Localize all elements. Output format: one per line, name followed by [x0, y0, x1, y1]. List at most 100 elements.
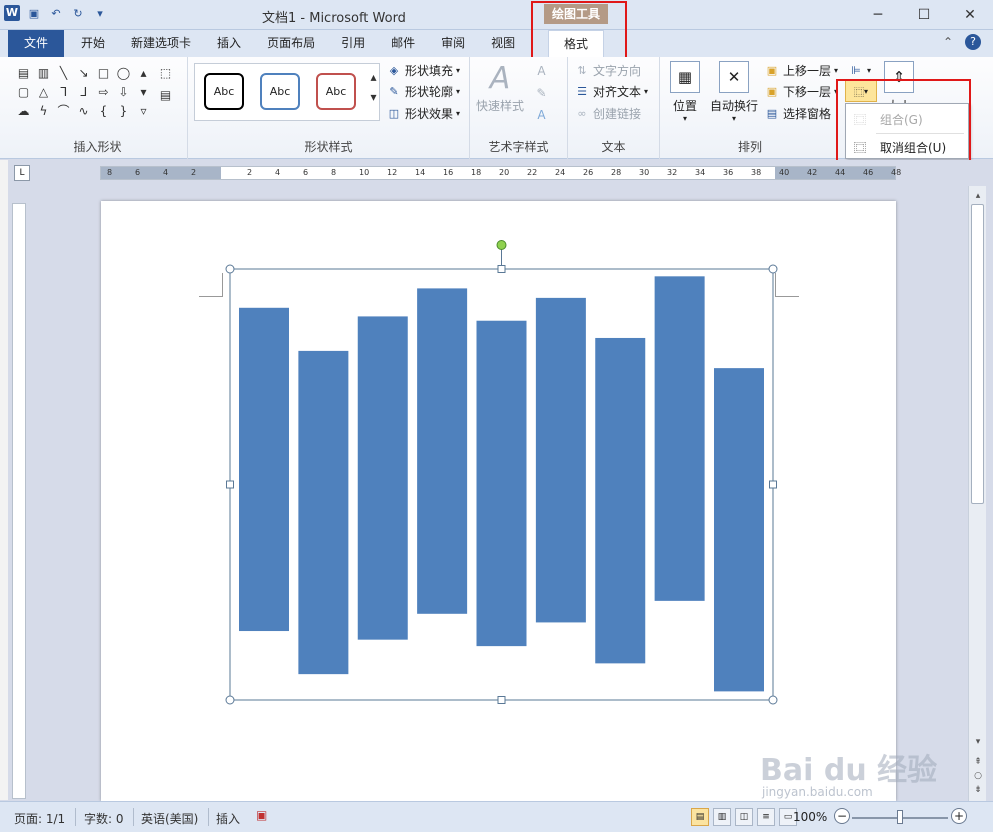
- resize-handle[interactable]: [497, 696, 506, 704]
- position-button[interactable]: ▦ 位置 ▾: [670, 61, 700, 123]
- resize-handle[interactable]: [769, 480, 777, 489]
- shapes-more-icon[interactable]: ▿: [136, 103, 151, 118]
- undo-icon[interactable]: ↶: [48, 5, 64, 21]
- web-layout-icon[interactable]: ◫: [735, 808, 753, 826]
- shape-style-swatch[interactable]: Abc: [204, 73, 244, 110]
- create-link-button[interactable]: ∞ 创建链接: [574, 105, 641, 122]
- elbow-arrow-icon[interactable]: ᒧ: [76, 84, 91, 99]
- down-arrow-shape-icon[interactable]: ⇩: [116, 84, 131, 99]
- align-text-button[interactable]: ☰ 对齐文本 ▾: [574, 83, 648, 100]
- print-layout-view-icon[interactable]: ▤: [691, 808, 709, 826]
- page-count[interactable]: 页面: 1/1: [14, 810, 65, 827]
- shape-style-swatch[interactable]: Abc: [260, 73, 300, 110]
- minimize-ribbon-icon[interactable]: ⌃: [943, 35, 953, 49]
- bar-shape[interactable]: [417, 288, 468, 614]
- resize-handle[interactable]: [225, 264, 235, 274]
- bar-shape[interactable]: [535, 297, 586, 623]
- bar-shape[interactable]: [357, 316, 408, 640]
- zoom-slider-thumb[interactable]: [897, 810, 903, 824]
- outline-view-icon[interactable]: ≡: [757, 808, 775, 826]
- bar-shape[interactable]: [595, 337, 646, 664]
- document-page[interactable]: [101, 201, 896, 801]
- send-backward-button[interactable]: ▣ 下移一层 ▾: [764, 83, 838, 100]
- help-icon[interactable]: ?: [965, 34, 981, 50]
- elbow-connector-icon[interactable]: ᒣ: [56, 84, 71, 99]
- tab-format[interactable]: 格式: [548, 30, 604, 57]
- text-direction-button[interactable]: ⇅ 文字方向: [574, 62, 641, 79]
- rotation-handle[interactable]: [496, 240, 507, 250]
- right-brace-shape-icon[interactable]: }: [116, 103, 131, 118]
- cloud-shape-icon[interactable]: ☁: [16, 103, 31, 118]
- gallery-scroll-up-icon[interactable]: ▴: [366, 69, 381, 84]
- vertical-scrollbar[interactable]: ▴ ▾ ⇞ ○ ⇟: [968, 186, 986, 801]
- insert-mode[interactable]: 插入: [216, 810, 240, 827]
- word-logo-icon[interactable]: W: [4, 5, 20, 21]
- text-outline-icon[interactable]: ✎: [534, 85, 549, 100]
- bar-shape[interactable]: [714, 368, 764, 692]
- zoom-level[interactable]: 100%: [793, 810, 827, 824]
- minimize-button[interactable]: ─: [855, 0, 901, 30]
- left-brace-shape-icon[interactable]: {: [96, 103, 111, 118]
- oval-shape-icon[interactable]: ◯: [116, 65, 131, 80]
- line-shape-icon[interactable]: ╲: [56, 65, 71, 80]
- lightning-shape-icon[interactable]: ϟ: [36, 103, 51, 118]
- shape-effects-button[interactable]: ◫ 形状效果 ▾: [386, 105, 460, 122]
- tab-selector[interactable]: L: [14, 165, 30, 181]
- vertical-textbox-shape-icon[interactable]: ▥: [36, 65, 51, 80]
- next-page-icon[interactable]: ⇟: [972, 784, 984, 796]
- shapes-scroll-down-icon[interactable]: ▾: [136, 84, 151, 99]
- rectangle-shape-icon[interactable]: □: [96, 65, 111, 80]
- bar-shape[interactable]: [654, 276, 705, 601]
- scroll-up-icon[interactable]: ▴: [972, 190, 984, 202]
- draw-textbox-icon[interactable]: ▤: [158, 87, 173, 102]
- save-icon[interactable]: ▣: [26, 5, 42, 21]
- bar-shape[interactable]: [298, 350, 349, 675]
- text-effects-icon[interactable]: A: [534, 107, 549, 122]
- gallery-scroll-down-icon[interactable]: ▾: [366, 89, 381, 104]
- selection-pane-button[interactable]: ▤ 选择窗格: [764, 105, 831, 122]
- resize-handle[interactable]: [497, 265, 506, 273]
- vertical-ruler[interactable]: [12, 203, 26, 799]
- scroll-thumb[interactable]: [971, 204, 984, 504]
- triangle-shape-icon[interactable]: △: [36, 84, 51, 99]
- macro-record-icon[interactable]: ▣: [256, 808, 267, 822]
- rounded-rect-shape-icon[interactable]: ▢: [16, 84, 31, 99]
- text-fill-icon[interactable]: A: [534, 63, 549, 78]
- bar-shape[interactable]: [239, 307, 289, 632]
- maximize-button[interactable]: ☐: [901, 0, 947, 30]
- edit-shape-icon[interactable]: ⬚: [158, 65, 173, 80]
- wrap-text-button[interactable]: ✕ 自动换行 ▾: [710, 61, 758, 123]
- shape-style-swatch[interactable]: Abc: [316, 73, 356, 110]
- arc-shape-icon[interactable]: ⌒: [56, 103, 71, 118]
- previous-page-icon[interactable]: ⇞: [972, 756, 984, 768]
- tab-0[interactable]: 文件: [8, 30, 65, 57]
- shapes-scroll-up-icon[interactable]: ▴: [136, 65, 151, 80]
- group-objects-button[interactable]: ⿴ ▾: [845, 80, 877, 102]
- shape-outline-button[interactable]: ✎ 形状轮廓 ▾: [386, 83, 460, 100]
- browse-object-icon[interactable]: ○: [972, 770, 984, 782]
- menu-item-ungroup[interactable]: ⿴ 取消组合(U): [846, 134, 968, 160]
- resize-handle[interactable]: [226, 480, 234, 489]
- tab-7[interactable]: 审阅: [428, 30, 478, 57]
- tab-6[interactable]: 邮件: [378, 30, 428, 57]
- language[interactable]: 英语(美国): [141, 810, 198, 827]
- align-objects-button[interactable]: ⊫ ▾: [848, 62, 871, 78]
- zoom-in-button[interactable]: +: [951, 808, 967, 824]
- redo-icon[interactable]: ↻: [70, 5, 86, 21]
- close-button[interactable]: ✕: [947, 0, 993, 30]
- customize-qat-icon[interactable]: ▾: [92, 5, 108, 21]
- textbox-shape-icon[interactable]: ▤: [16, 65, 31, 80]
- menu-item-group[interactable]: ⿴ 组合(G): [846, 106, 968, 132]
- tab-1[interactable]: 开始: [68, 30, 118, 57]
- horizontal-ruler[interactable]: 8 6 4 2 2 4 6 8 10 12 14 16 18 20 22 24 26 28 30 32 34 36 38 40…: [100, 166, 901, 180]
- resize-handle[interactable]: [225, 695, 235, 705]
- resize-handle[interactable]: [768, 695, 778, 705]
- zoom-out-button[interactable]: −: [834, 808, 850, 824]
- quick-styles-button[interactable]: A 快速样式: [476, 61, 524, 114]
- full-screen-reading-icon[interactable]: ▥: [713, 808, 731, 826]
- arrow-line-shape-icon[interactable]: ↘: [76, 65, 91, 80]
- tab-5[interactable]: 引用: [328, 30, 378, 57]
- bring-forward-button[interactable]: ▣ 上移一层 ▾: [764, 62, 838, 79]
- tab-3[interactable]: 插入: [204, 30, 254, 57]
- curve-shape-icon[interactable]: ∿: [76, 103, 91, 118]
